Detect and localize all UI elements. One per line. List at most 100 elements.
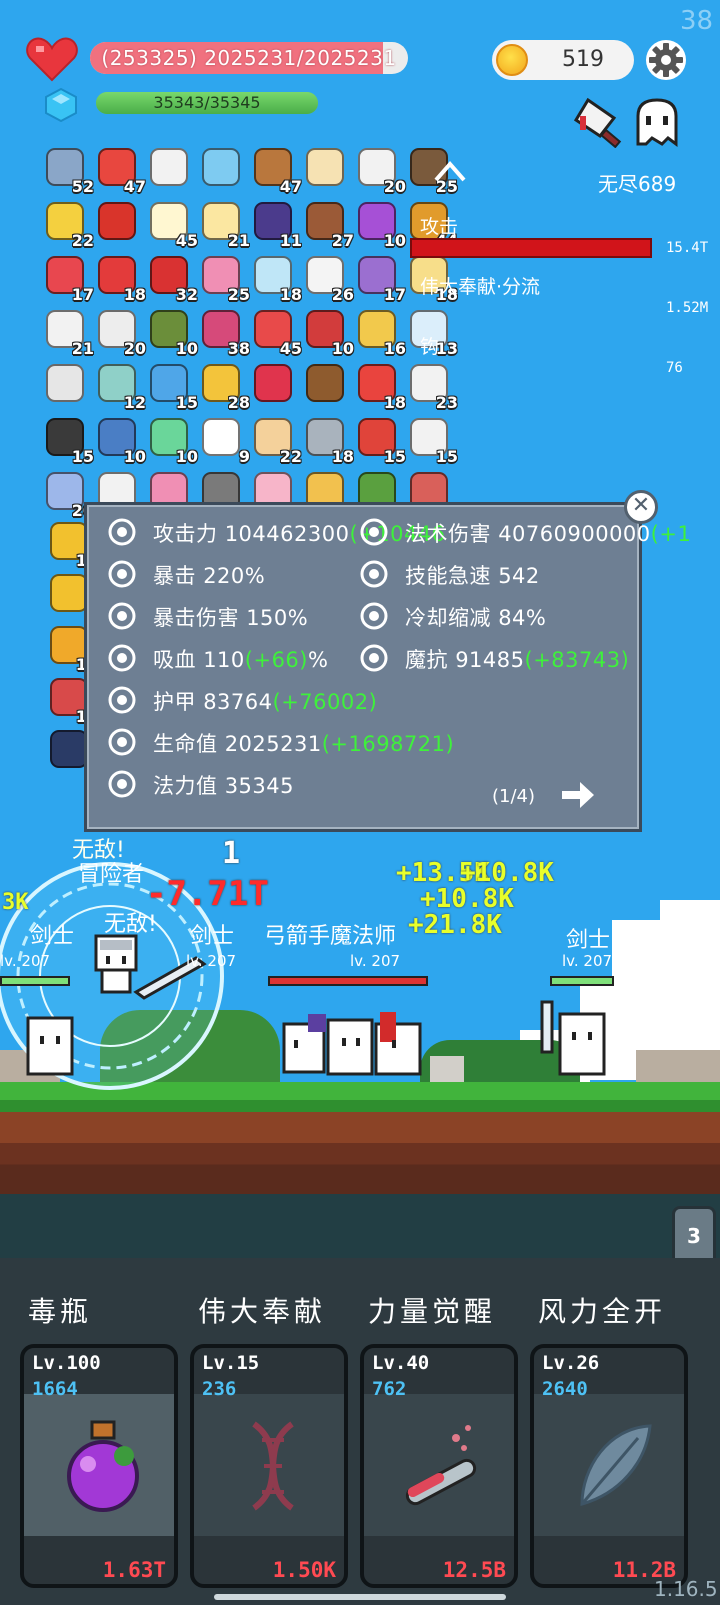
sword-icon[interactable]: 52 [42,146,94,196]
flower-icon[interactable]: 45 [146,200,198,250]
flag-icon[interactable]: 15 [406,416,458,466]
cards-icon[interactable]: 20 [94,308,146,358]
item-count: 17 [383,285,406,304]
battle-label: 剑士 [30,924,75,949]
attack-damage-bar [410,238,652,258]
item-count: 18 [383,393,406,412]
gold-ring-icon-glyph [50,574,88,612]
ghost-boss-icon[interactable] [632,98,682,148]
stat-row: 技能急速 542 [405,560,540,590]
item-count: 15 [175,393,198,412]
cauldron-icon[interactable]: 15 [42,416,94,466]
mushroom-icon[interactable]: 15 [354,416,406,466]
side-tab-button[interactable]: 3 [672,1206,716,1266]
grenade-icon[interactable]: 10 [146,308,198,358]
watermelon-icon[interactable]: 45 [250,308,302,358]
red-shield-icon[interactable]: 10 [302,308,354,358]
item-count: 47 [279,177,302,196]
stat-value: 220% [203,564,266,588]
arrow-right-icon[interactable] [560,780,596,810]
capsule-icon[interactable]: 20 [42,470,94,520]
skill-card-full-wind[interactable]: Lv.26 2640 11.2B [530,1344,688,1588]
corner-counter: 38 [680,6,714,36]
stat-row: 吸血 110(+66)% [153,644,328,674]
eye-icon[interactable]: 18 [250,254,302,304]
heart-item-icon[interactable]: 17 [42,254,94,304]
bat-icon[interactable] [42,362,90,410]
paper-icon[interactable]: 16 [354,308,406,358]
swordsman-enemy [540,1000,606,1076]
chest-icon[interactable] [302,362,350,410]
item-count: 22 [71,231,94,250]
scroll-icon[interactable] [302,146,350,194]
battle-label: 冒险者 [78,862,145,887]
dice-icon[interactable]: 21 [42,308,94,358]
stat-row: 法术伤害 40760900000(+1 [405,518,691,548]
wing-icon[interactable] [146,146,194,194]
armor-icon [107,685,137,715]
pill-icon[interactable]: 26 [302,254,354,304]
magnet-icon[interactable] [94,200,142,248]
stat-row: 生命值 2025231(+1698721) [153,728,454,758]
skill-card-great-devotion[interactable]: Lv.15 236 1.50K [190,1344,348,1588]
cloud [660,900,720,930]
side-stat-label-devotion: 伟大奉献·分流 [420,276,541,298]
fence [636,1050,720,1082]
envelope-icon[interactable]: 23 [406,362,458,412]
clipboard-icon[interactable]: 20 [354,146,406,196]
icecream-icon[interactable]: 25 [198,254,250,304]
skill-damage: 12.5B [442,1558,506,1582]
stat-bonus: (+83743) [524,648,630,672]
wing-icon-glyph [150,148,188,186]
jam-icon[interactable]: 38 [198,308,250,358]
blue-scroll-icon[interactable]: 15 [146,362,198,412]
door-icon[interactable]: 27 [302,200,354,250]
axe-icon[interactable]: 18 [302,416,354,466]
stat-bonus: (+1698721) [321,732,455,756]
orb-icon[interactable]: 10 [354,200,406,250]
star-shield-icon[interactable]: 17 [354,254,406,304]
blue-shield-icon[interactable]: 10 [94,416,146,466]
coin-counter[interactable]: 519 [492,40,634,80]
item-count: 15 [383,447,406,466]
green-spirit-icon[interactable]: 10 [146,416,198,466]
item-count: 12 [123,393,146,412]
item-count: 13 [435,339,458,358]
ring-icon[interactable]: 12 [94,362,146,412]
boot-icon[interactable]: 47 [94,146,146,196]
stat-label: 法力值 [153,774,218,798]
item-count: 45 [175,231,198,250]
shield-round-icon[interactable]: 47 [250,146,302,196]
magnifier-icon[interactable] [198,146,246,194]
strawberry-icon[interactable]: 18 [94,254,146,304]
hand-icon[interactable]: 22 [250,416,302,466]
apple-icon[interactable]: 32 [146,254,198,304]
sun-icon[interactable]: 22 [42,200,94,250]
feather-icon [580,1424,652,1506]
egg-icon[interactable]: 21 [198,200,250,250]
coin-amount: 519 [562,47,604,72]
item-count: 28 [227,393,250,412]
stat-value: 83764 [203,690,273,714]
item-count: 15 [435,447,458,466]
item-count: 27 [331,231,354,250]
skill-card-power-awakening[interactable]: Lv.40 762 12.5B [360,1344,518,1588]
cleaver-icon[interactable] [574,96,626,148]
ghost-item-icon[interactable]: 9 [198,416,250,466]
crown-icon[interactable]: 28 [198,362,250,412]
stat-label: 吸血 [153,648,196,672]
gift-icon[interactable]: 18 [354,362,406,412]
item-count: 22 [279,447,302,466]
settings-gear-icon[interactable] [644,38,688,82]
stat-value: 35345 [224,774,294,798]
hat-icon[interactable]: 11 [250,200,302,250]
ruby-icon[interactable] [250,362,298,410]
chevron-up-icon[interactable] [432,158,468,184]
item-count: 21 [227,231,250,250]
crit-icon [107,559,137,589]
home-indicator[interactable] [214,1594,506,1600]
skill-card-poison-bottle[interactable]: Lv.100 1664 1.63T [20,1344,178,1588]
close-icon[interactable]: ✕ [624,490,658,524]
skill-cost: 762 [372,1378,407,1400]
stat-suffix: % [307,648,329,672]
